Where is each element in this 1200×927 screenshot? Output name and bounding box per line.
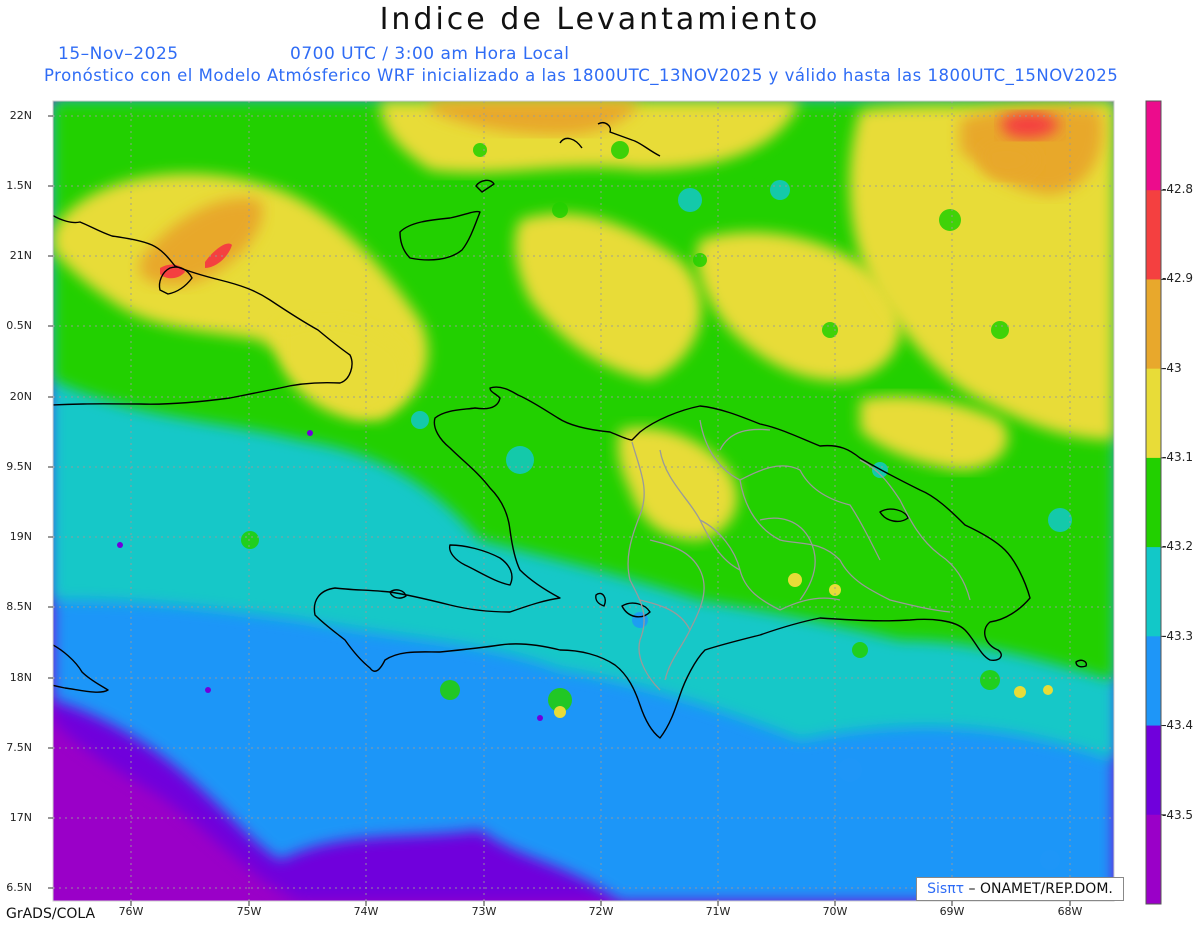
onamet-logo: Sis πτ – ONAMET/REP.DOM. [916,877,1124,901]
colorbar-swatch [1146,547,1161,637]
lat-label: 7.5N [6,741,32,754]
colorbar-swatch [1146,368,1161,459]
lon-label: 76W [118,905,144,918]
colorbar-label: -43.3 [1162,629,1194,643]
lat-label: 19N [9,530,32,543]
colorbar-label: -43.5 [1162,808,1194,822]
colorbar-label: -42.8 [1162,182,1194,196]
grads-credit: GrADS/COLA [6,906,96,922]
lat-label: 17N [9,811,32,824]
logo-pi-symbol: πτ [947,881,965,897]
colorbar [1145,100,1166,905]
lat-label: 9.5N [6,460,32,473]
lat-label: 21N [9,249,32,262]
lifted-index-field [53,101,1114,901]
colorbar-label: -43.4 [1162,718,1194,732]
colorbar-swatch [1146,814,1161,905]
lat-label: 22N [9,109,32,122]
colorbar-swatch [1146,457,1161,548]
lon-label: 71W [705,905,731,918]
lat-label: 20N [9,390,32,403]
lon-label: 74W [353,905,379,918]
logo-prefix: Sis [927,881,948,897]
logo-suffix: – ONAMET/REP.DOM. [968,881,1113,897]
lat-label: 0.5N [6,319,32,332]
lon-label: 72W [588,905,614,918]
lat-label: 1.5N [6,179,32,192]
lon-label: 68W [1057,905,1083,918]
colorbar-label: -43.2 [1162,539,1194,553]
lon-label: 73W [471,905,497,918]
lat-label: 18N [9,671,32,684]
colorbar-swatch [1146,725,1161,816]
lat-label: 6.5N [6,881,32,894]
colorbar-label: -42.9 [1162,271,1194,285]
lat-label: 8.5N [6,600,32,613]
map-plot [48,100,1166,906]
colorbar-swatch [1146,190,1161,280]
lon-label: 69W [939,905,965,918]
lon-label: 70W [822,905,848,918]
colorbar-swatch [1146,279,1161,370]
lon-label: 75W [236,905,262,918]
colorbar-swatch [1146,636,1161,727]
colorbar-swatch [1146,101,1161,191]
colorbar-label: -43 [1162,361,1182,375]
colorbar-label: -43.1 [1162,450,1194,464]
